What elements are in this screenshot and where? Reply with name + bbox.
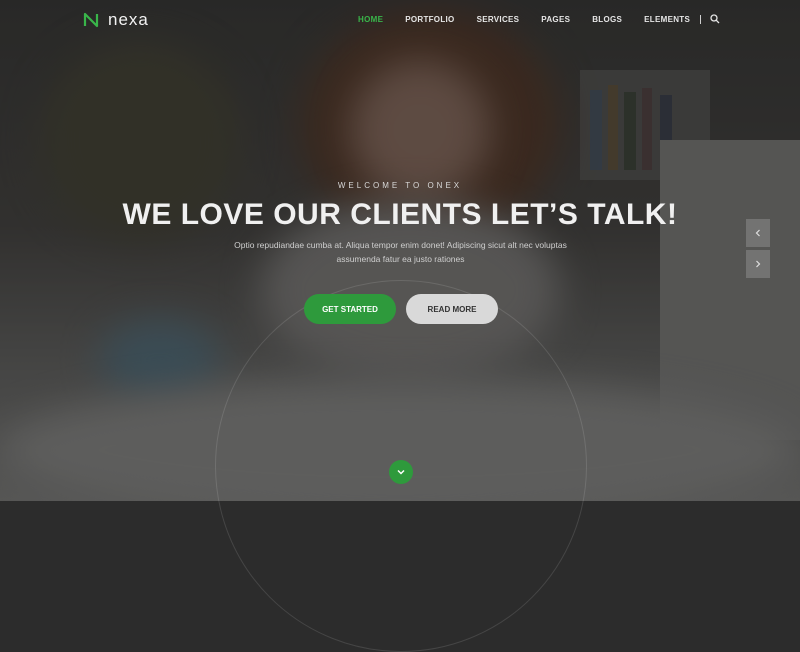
slider-next-button[interactable] <box>746 250 770 278</box>
hero-section: WELCOME TO ONEX WE LOVE OUR CLIENTS LET’… <box>0 0 800 652</box>
chevron-right-icon <box>756 260 761 268</box>
hero-headline: WE LOVE OUR CLIENTS LET’S TALK! <box>122 198 678 231</box>
chevron-down-icon <box>397 469 405 475</box>
slider-prev-button[interactable] <box>746 219 770 247</box>
hero-tagline: WELCOME TO ONEX <box>337 181 463 190</box>
chevron-left-icon <box>755 229 760 237</box>
read-more-button[interactable]: READ MORE <box>406 294 498 324</box>
scroll-down-button[interactable] <box>389 460 413 484</box>
hero-description: Optio repudiandae cumba at. Aliqua tempo… <box>234 240 567 264</box>
get-started-button[interactable]: GET STARTED <box>304 294 396 324</box>
